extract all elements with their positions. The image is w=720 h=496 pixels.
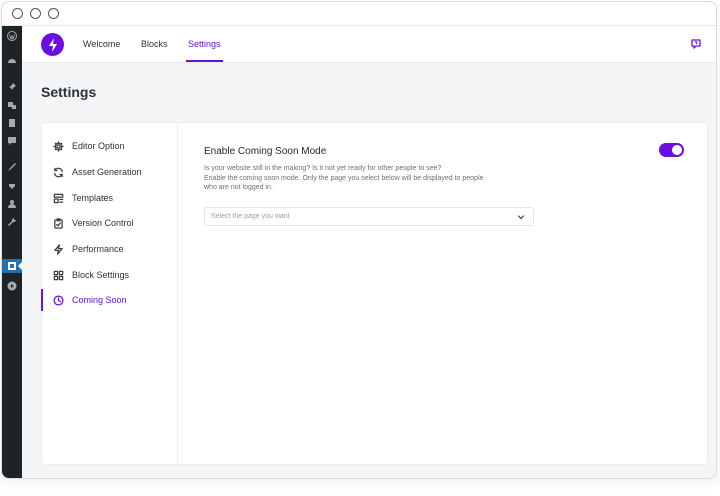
window-maximize-button[interactable] xyxy=(48,8,59,19)
tab-blocks[interactable]: Blocks xyxy=(141,26,168,62)
coming-soon-panel: Enable Coming Soon Mode Is your website … xyxy=(178,123,707,464)
section-description: Is your website still in the making? Is … xyxy=(204,164,544,193)
description-line-2: Enable the coming soon mode. Only the pa… xyxy=(204,174,484,182)
clock-icon xyxy=(53,294,64,306)
gear-icon xyxy=(53,140,64,152)
play-icon[interactable] xyxy=(6,280,18,292)
media-icon[interactable] xyxy=(6,99,18,111)
sidebar-item-label: Performance xyxy=(72,244,124,254)
window-minimize-button[interactable] xyxy=(30,8,41,19)
browser-window: Welcome Blocks Settings Settings Editor … xyxy=(1,1,717,479)
pages-icon[interactable] xyxy=(6,117,18,129)
pin-icon[interactable] xyxy=(6,81,18,93)
sidebar-item-editor-option[interactable]: Editor Option xyxy=(42,135,178,157)
grid-icon xyxy=(53,270,64,281)
appearance-icon[interactable] xyxy=(6,161,18,173)
settings-card: Editor Option Asset Generation Templates… xyxy=(41,122,708,465)
tab-settings[interactable]: Settings xyxy=(186,26,223,62)
description-line-1: Is your website still in the making? Is … xyxy=(204,165,442,172)
section-title: Enable Coming Soon Mode xyxy=(204,146,327,157)
sidebar-item-label: Templates xyxy=(72,193,114,203)
plugin-top-nav: Welcome Blocks Settings xyxy=(22,26,716,63)
plugin-logo[interactable] xyxy=(41,33,64,56)
chevron-down-icon xyxy=(517,215,525,220)
plugin-menu-icon xyxy=(6,260,18,272)
wordpress-logo-icon[interactable] xyxy=(6,30,18,42)
sidebar-item-templates[interactable]: Templates xyxy=(42,187,178,209)
sidebar-item-version-control[interactable]: Version Control xyxy=(42,212,178,234)
clipboard-check-icon xyxy=(53,217,64,229)
coming-soon-toggle[interactable] xyxy=(659,143,684,157)
sidebar-item-label: Editor Option xyxy=(72,141,125,151)
sidebar-item-label: Version Control xyxy=(72,218,134,228)
plugins-icon[interactable] xyxy=(6,179,18,191)
sidebar-item-label: Coming Soon xyxy=(72,295,127,305)
dashboard-icon[interactable] xyxy=(6,55,18,67)
comments-icon[interactable] xyxy=(6,135,18,147)
sidebar-item-label: Block Settings xyxy=(72,270,130,280)
template-icon xyxy=(53,193,64,204)
tools-icon[interactable] xyxy=(6,216,18,228)
wp-admin-menu xyxy=(2,26,22,478)
window-titlebar xyxy=(2,2,716,26)
sidebar-item-label: Asset Generation xyxy=(72,167,142,177)
lightning-icon xyxy=(53,243,64,255)
sidebar-item-coming-soon[interactable]: Coming Soon xyxy=(41,289,178,311)
sidebar-item-asset-generation[interactable]: Asset Generation xyxy=(42,161,178,183)
refresh-icon xyxy=(53,167,64,178)
settings-sidebar: Editor Option Asset Generation Templates… xyxy=(41,123,178,464)
sidebar-item-block-settings[interactable]: Block Settings xyxy=(42,264,178,286)
description-line-3: who are not logged in. xyxy=(204,184,273,191)
page-select-placeholder: Select the page you want xyxy=(211,213,290,220)
toggle-knob xyxy=(672,145,682,155)
tab-welcome[interactable]: Welcome xyxy=(83,26,120,62)
sidebar-item-performance[interactable]: Performance xyxy=(42,238,178,260)
window-close-button[interactable] xyxy=(12,8,23,19)
lightning-logo-icon xyxy=(48,37,57,52)
page-select[interactable]: Select the page you want xyxy=(204,207,534,226)
help-chat-icon[interactable] xyxy=(690,38,702,50)
users-icon[interactable] xyxy=(6,198,18,210)
page-title: Settings xyxy=(41,84,97,100)
